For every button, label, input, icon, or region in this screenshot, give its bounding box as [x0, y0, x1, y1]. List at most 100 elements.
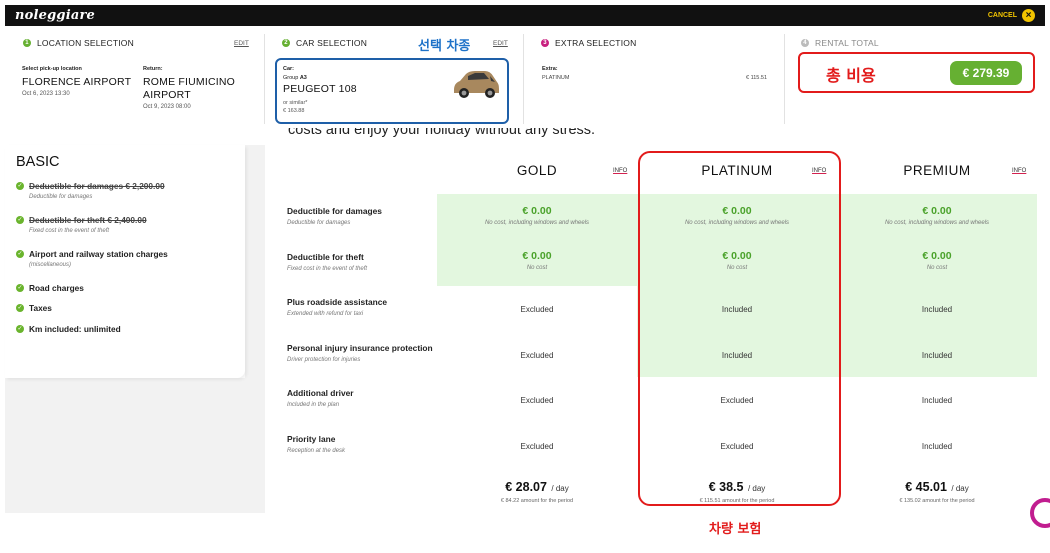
return-label: Return:: [143, 66, 163, 72]
row-label: Deductible for damages Deductible for da…: [287, 206, 382, 226]
premium-roadside-cell: Included: [921, 305, 953, 314]
step-car-title: CAR SELECTION: [296, 38, 368, 48]
panel-background: [5, 378, 265, 513]
gold-driver-cell: Excluded: [520, 396, 554, 405]
intro-text-clip: costs and enjoy your holiday without any…: [288, 128, 618, 143]
row-label-name: Deductible for damages: [287, 206, 382, 216]
basic-title: BASIC: [16, 154, 60, 170]
step-extra: 3 EXTRA SELECTION Extra: PLATINUM € 115.…: [523, 26, 781, 126]
premium-driver-cell: Included: [921, 396, 953, 405]
pickup-value: FLORENCE AIRPORT: [22, 76, 132, 88]
cell-sub: No cost, including windows and wheels: [484, 220, 590, 226]
brand-logo[interactable]: noleggiare: [15, 8, 95, 23]
step-total-header: 4 RENTAL TOTAL: [801, 38, 879, 48]
pickup-date: Oct 6, 2023 13:30: [22, 91, 70, 97]
panel-gutter: [245, 145, 265, 378]
extra-price: € 115.51: [746, 75, 768, 81]
row-label: Personal injury insurance protection Dri…: [287, 343, 433, 363]
check-icon: ✓: [16, 325, 24, 333]
extra-label: Extra:: [542, 66, 558, 72]
gold-price[interactable]: € 28.07 / day € 84.22 amount for the per…: [437, 478, 637, 504]
step-car-number: 2: [282, 39, 290, 47]
plan-gold-title: GOLD: [516, 163, 558, 178]
row-label: Deductible for theft Fixed cost in the e…: [287, 252, 367, 272]
cell-price: € 0.00: [922, 250, 952, 262]
extra-value: PLATINUM: [542, 75, 570, 81]
chat-widget-icon[interactable]: [1030, 498, 1050, 528]
row-label-name: Plus roadside assistance: [287, 297, 388, 307]
price-per-day: € 45.01: [905, 480, 947, 494]
cell-price: € 0.00: [522, 205, 552, 217]
check-icon: ✓: [16, 284, 24, 292]
top-bar: noleggiare CANCEL ×: [5, 5, 1045, 26]
car-selection-highlight: [275, 58, 509, 124]
return-value-line1: ROME FIUMICINO: [143, 76, 236, 88]
basic-item: ✓ Deductible for theft € 2,400.00 Fixed …: [16, 215, 147, 234]
premium-price[interactable]: € 45.01 / day € 135.02 amount for the pe…: [837, 478, 1037, 504]
row-label-sub: Extended with refund for taxi: [287, 311, 364, 317]
row-label: Priority lane Reception at the desk: [287, 434, 345, 454]
step-location: 1 LOCATION SELECTION EDIT Select pick-up…: [5, 26, 265, 126]
step-extra-header: 3 EXTRA SELECTION: [541, 38, 636, 48]
pickup-block: Select pick-up location FLORENCE AIRPORT…: [22, 66, 131, 97]
basic-item-sub: (miscellaneous): [29, 262, 72, 268]
check-icon: ✓: [16, 216, 24, 224]
gold-damages-cell: € 0.00 No cost, including windows and wh…: [437, 205, 637, 226]
basic-item-name: Deductible for theft € 2,400.00: [29, 215, 147, 225]
gold-roadside-cell: Excluded: [520, 305, 554, 314]
row-label-sub: Fixed cost in the event of theft: [287, 266, 368, 272]
basic-item-name: Road charges: [29, 283, 84, 293]
gold-info-link[interactable]: INFO: [613, 168, 627, 174]
cell-sub: No cost: [526, 265, 548, 271]
price-per-day: € 28.07: [505, 480, 547, 494]
row-label: Additional driver Included in the plan: [287, 388, 354, 408]
premium-info-link[interactable]: INFO: [1012, 168, 1026, 174]
insurance-annotation-label: 차량 보험: [709, 522, 762, 537]
step-location-header: 1 LOCATION SELECTION: [23, 38, 134, 48]
basic-item: ✓ Taxes: [16, 303, 52, 313]
close-icon: ×: [1022, 9, 1035, 22]
basic-item-sub: Fixed cost in the event of theft: [29, 228, 110, 234]
basic-item: ✓ Deductible for damages € 2,200.00 Dedu…: [16, 181, 165, 200]
row-label-sub: Driver protection for injuries: [287, 357, 361, 363]
step-car-header: 2 CAR SELECTION: [282, 38, 367, 48]
price-unit: / day: [951, 484, 969, 493]
total-annotation-label: 총 비용: [826, 66, 876, 85]
cell-price: € 0.00: [522, 250, 552, 262]
gold-priority-cell: Excluded: [520, 442, 554, 451]
row-label-sub: Deductible for damages: [287, 220, 351, 226]
premium-damages-cell: € 0.00 No cost, including windows and wh…: [837, 205, 1037, 226]
row-label-name: Priority lane: [287, 434, 336, 444]
car-edit-link[interactable]: EDIT: [493, 40, 508, 47]
row-label-name: Deductible for theft: [287, 252, 364, 262]
cancel-label: CANCEL: [987, 12, 1017, 19]
price-period: € 84.22 amount for the period: [500, 498, 574, 504]
check-icon: ✓: [16, 304, 24, 312]
basic-item-name: Deductible for damages € 2,200.00: [29, 181, 165, 191]
step-extra-title: EXTRA SELECTION: [555, 38, 637, 48]
basic-item: ✓ Km included: unlimited: [16, 324, 121, 334]
premium-priority-cell: Included: [921, 442, 953, 451]
platinum-highlight: [638, 151, 841, 506]
check-icon: ✓: [16, 250, 24, 258]
cell-sub: No cost, including windows and wheels: [884, 220, 990, 226]
pickup-label: Select pick-up location: [22, 66, 82, 72]
return-block: Return: ROME FIUMICINO AIRPORT Oct 9, 20…: [143, 66, 235, 110]
step-total-number: 4: [801, 39, 809, 47]
plan-premium-title: PREMIUM: [903, 163, 971, 178]
row-label: Plus roadside assistance Extended with r…: [287, 297, 387, 317]
basic-item-sub: Deductible for damages: [29, 194, 93, 200]
price-period: € 135.02 amount for the period: [899, 498, 975, 504]
premium-injury-cell: Included: [921, 351, 953, 360]
row-label-sub: Reception at the desk: [287, 448, 346, 454]
intro-text: costs and enjoy your holiday without any…: [288, 128, 596, 138]
return-date: Oct 9, 2023 08:00: [143, 104, 191, 110]
basic-item-name: Taxes: [29, 303, 52, 313]
basic-item-name: Airport and railway station charges: [29, 249, 168, 259]
cell-sub: No cost: [926, 265, 948, 271]
location-edit-link[interactable]: EDIT: [234, 40, 249, 47]
basic-item: ✓ Airport and railway station charges (m…: [16, 249, 168, 268]
step-extra-number: 3: [541, 39, 549, 47]
cancel-button[interactable]: CANCEL ×: [988, 9, 1035, 22]
basic-plan-panel: BASIC ✓ Deductible for damages € 2,200.0…: [5, 145, 245, 378]
